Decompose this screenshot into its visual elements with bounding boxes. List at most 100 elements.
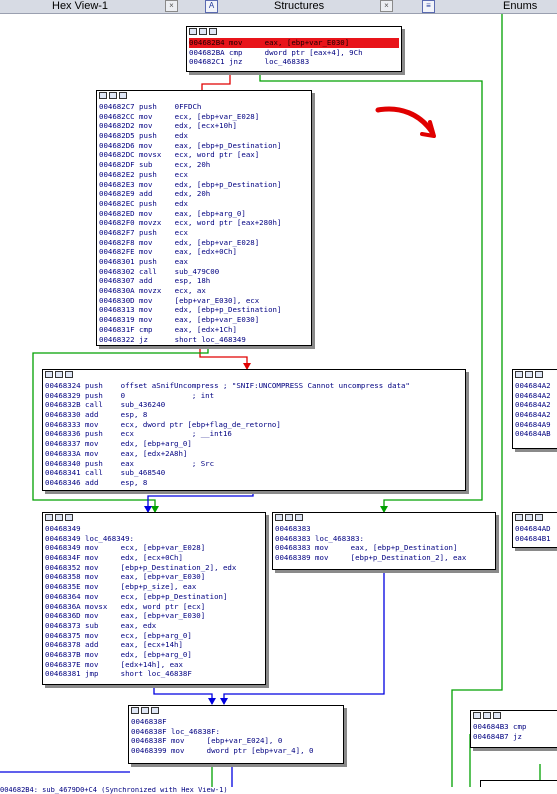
zoom-icon[interactable] bbox=[295, 514, 303, 521]
code-block-n1[interactable]: 004682B4 mov eax, [ebp+var_E030] 004682BA… bbox=[186, 26, 402, 72]
code-line[interactable]: 00468378 add eax, [ecx+14h] bbox=[45, 640, 263, 650]
code-line[interactable]: 00468322 jz short loc_468349 bbox=[99, 335, 309, 345]
code-line[interactable]: 00468349 mov ecx, [ebp+var_E028] bbox=[45, 543, 263, 553]
close-hex-view-icon[interactable]: × bbox=[165, 0, 178, 12]
code-line[interactable]: 00468346 add esp, 8 bbox=[45, 478, 463, 488]
code-line[interactable]: 00468333 mov ecx, dword ptr [ebp+flag_de… bbox=[45, 420, 463, 430]
code-line[interactable]: 00468307 add esp, 18h bbox=[99, 276, 309, 286]
code-line[interactable]: 00468349 bbox=[45, 524, 263, 534]
code-line[interactable]: 00468337 mov edx, [ebp+arg_0] bbox=[45, 439, 463, 449]
code-line[interactable]: 00468358 mov eax, [ebp+var_E030] bbox=[45, 572, 263, 582]
zoom-icon[interactable] bbox=[535, 371, 543, 378]
code-line[interactable]: 00468383 mov eax, [ebp+p_Destination] bbox=[275, 543, 493, 553]
code-line[interactable]: 004684A2 bbox=[515, 400, 557, 410]
code-line[interactable]: 004682F8 mov edx, [ebp+var_E028] bbox=[99, 238, 309, 248]
code-line[interactable]: 004684A2 bbox=[515, 391, 557, 401]
code-line[interactable]: 004684AB bbox=[515, 429, 557, 439]
code-line[interactable]: 0046836D mov eax, [ebp+var_E030] bbox=[45, 611, 263, 621]
code-line[interactable]: 00468301 push eax bbox=[99, 257, 309, 267]
code-line[interactable]: 004684AD bbox=[515, 524, 557, 534]
code-line[interactable]: 00468329 push 0 ; int bbox=[45, 391, 463, 401]
graph-icon[interactable] bbox=[483, 712, 491, 719]
code-line[interactable]: 00468375 mov ecx, [ebp+arg_0] bbox=[45, 631, 263, 641]
tab-structures[interactable]: Structures bbox=[274, 0, 324, 13]
code-line[interactable]: 0046834F mov edx, [ecx+0Ch] bbox=[45, 553, 263, 563]
code-line[interactable]: 0046836A movsx edx, word ptr [ecx] bbox=[45, 602, 263, 612]
code-line[interactable]: 004684A9 bbox=[515, 420, 557, 430]
code-line[interactable]: 004682ED mov eax, [ebp+arg_0] bbox=[99, 209, 309, 219]
zoom-icon[interactable] bbox=[119, 92, 127, 99]
code-line[interactable]: 00468381 jmp short loc_46838F bbox=[45, 669, 263, 679]
graph-icon[interactable] bbox=[109, 92, 117, 99]
code-line[interactable]: 004682E3 mov edx, [ebp+p_Destination] bbox=[99, 180, 309, 190]
code-line[interactable]: 004682B4 mov eax, [ebp+var_E030] bbox=[189, 38, 399, 48]
code-line[interactable]: 004682C1 jnz loc_468383 bbox=[189, 57, 399, 67]
code-line[interactable]: 004684B7 jz bbox=[473, 732, 557, 742]
code-block-n4[interactable]: 00468349 00468349 loc_468349: 00468349 mov… bbox=[42, 512, 266, 685]
code-line[interactable]: 004682F0 movzx ecx, word ptr [eax+280h] bbox=[99, 218, 309, 228]
code-block-n5[interactable]: 00468383 00468383 loc_468383: 00468383 mov… bbox=[272, 512, 496, 570]
code-line[interactable]: 00468319 mov eax, [ebp+var_E030] bbox=[99, 315, 309, 325]
code-line[interactable]: 0046832B call sub_436240 bbox=[45, 400, 463, 410]
color-icon[interactable] bbox=[275, 514, 283, 521]
color-icon[interactable] bbox=[473, 712, 481, 719]
graph-icon[interactable] bbox=[55, 514, 63, 521]
code-line[interactable]: 004682CC mov ecx, [ebp+var_E028] bbox=[99, 112, 309, 122]
code-block-n2[interactable]: 004682C7 push 0FFDCh 004682CC mov ecx, [e… bbox=[96, 90, 312, 346]
graph-icon[interactable] bbox=[199, 28, 207, 35]
code-line[interactable]: 0046837E mov [edx+14h], eax bbox=[45, 660, 263, 670]
code-line[interactable]: 004682E2 push ecx bbox=[99, 170, 309, 180]
code-line[interactable]: 00468324 push offset aSnifUncompress ; "… bbox=[45, 381, 463, 391]
code-line[interactable]: 00468373 sub eax, edx bbox=[45, 621, 263, 631]
tab-hex-view[interactable]: Hex View-1 bbox=[52, 0, 108, 13]
code-block-n8[interactable]: 004684AD 004684B1 bbox=[512, 512, 557, 548]
zoom-icon[interactable] bbox=[151, 707, 159, 714]
code-line[interactable]: 004682D6 mov eax, [ebp+p_Destination] bbox=[99, 141, 309, 151]
code-line[interactable]: 004682BA cmp dword ptr [eax+4], 9Ch bbox=[189, 48, 399, 58]
code-line[interactable]: 004682EC push edx bbox=[99, 199, 309, 209]
code-line[interactable]: 00468383 bbox=[275, 524, 493, 534]
color-icon[interactable] bbox=[131, 707, 139, 714]
code-line[interactable]: 00468302 call sub_479C00 bbox=[99, 267, 309, 277]
zoom-icon[interactable] bbox=[65, 514, 73, 521]
code-line[interactable]: 00468349 loc_468349: bbox=[45, 534, 263, 544]
code-line[interactable]: 0046835E mov [ebp+p_size], eax bbox=[45, 582, 263, 592]
graph-icon[interactable] bbox=[55, 371, 63, 378]
code-block-n7[interactable]: 004684A2 004684A2 004684A2 004684A2 004684A9… bbox=[512, 369, 557, 449]
color-icon[interactable] bbox=[99, 92, 107, 99]
zoom-icon[interactable] bbox=[493, 712, 501, 719]
code-line[interactable]: 0046838F mov [ebp+var_E024], 0 bbox=[131, 736, 341, 746]
zoom-icon[interactable] bbox=[535, 514, 543, 521]
color-icon[interactable] bbox=[515, 514, 523, 521]
code-line[interactable]: 00468352 mov [ebp+p_Destination_2], edx bbox=[45, 563, 263, 573]
code-line[interactable]: 00468340 push eax ; Src bbox=[45, 459, 463, 469]
code-block-n6[interactable]: 0046838F 0046838F loc_46838F: 0046838F mov… bbox=[128, 705, 344, 764]
code-line[interactable]: 004682DC movsx ecx, word ptr [eax] bbox=[99, 150, 309, 160]
code-line[interactable]: 00468399 mov dword ptr [ebp+var_4], 0 bbox=[131, 746, 341, 756]
code-block-n9[interactable]: 004684B3 cmp 004684B7 jz bbox=[470, 710, 557, 748]
code-line[interactable]: 00468330 add esp, 8 bbox=[45, 410, 463, 420]
tab-enums[interactable]: Enums bbox=[503, 0, 537, 13]
graph-icon[interactable] bbox=[285, 514, 293, 521]
color-icon[interactable] bbox=[189, 28, 197, 35]
graph-view[interactable]: 004682B4 mov eax, [ebp+var_E030] 004682BA… bbox=[0, 14, 557, 794]
code-line[interactable]: 004682FE mov eax, [edx+0Ch] bbox=[99, 247, 309, 257]
code-line[interactable]: 00468341 call sub_468540 bbox=[45, 468, 463, 478]
color-icon[interactable] bbox=[45, 371, 53, 378]
close-structures-icon[interactable]: × bbox=[380, 0, 393, 12]
code-line[interactable]: 004684A2 bbox=[515, 410, 557, 420]
color-icon[interactable] bbox=[45, 514, 53, 521]
graph-icon[interactable] bbox=[525, 514, 533, 521]
code-line[interactable]: 004684B1 bbox=[515, 534, 557, 544]
code-line[interactable]: 00468364 mov ecx, [ebp+p_Destination] bbox=[45, 592, 263, 602]
zoom-icon[interactable] bbox=[209, 28, 217, 35]
code-line[interactable]: 00468313 mov edx, [ebp+p_Destination] bbox=[99, 305, 309, 315]
code-line[interactable]: 0046831F cmp eax, [edx+1Ch] bbox=[99, 325, 309, 335]
code-line[interactable]: 0046833A mov eax, [edx+2A8h] bbox=[45, 449, 463, 459]
code-line[interactable]: 004684A2 bbox=[515, 381, 557, 391]
code-line[interactable]: 00468336 push ecx ; __int16 bbox=[45, 429, 463, 439]
code-block-n3[interactable]: 00468324 push offset aSnifUncompress ; "… bbox=[42, 369, 466, 491]
color-icon[interactable] bbox=[515, 371, 523, 378]
code-line[interactable]: 00468383 loc_468383: bbox=[275, 534, 493, 544]
zoom-icon[interactable] bbox=[65, 371, 73, 378]
